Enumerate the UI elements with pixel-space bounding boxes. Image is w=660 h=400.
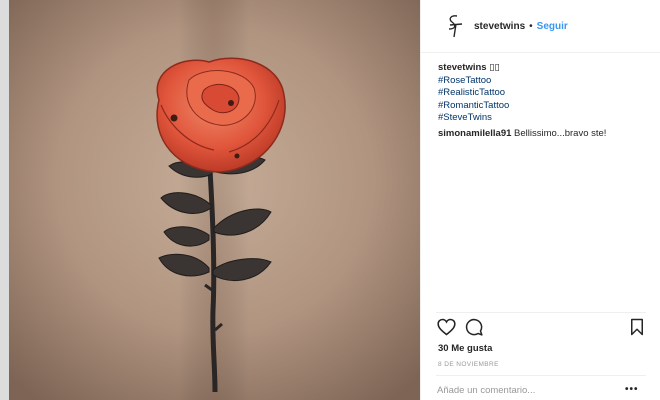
caption-username[interactable]: stevetwins	[438, 62, 487, 73]
comment-text: Bellissimo...bravo ste!	[514, 128, 607, 139]
action-bar	[437, 318, 647, 338]
logo-icon	[448, 15, 463, 38]
rose-tattoo-image	[9, 0, 420, 400]
hashtag-link[interactable]: #RoseTattoo	[438, 75, 648, 88]
hashtag-link[interactable]: #RealisticTattoo	[438, 87, 648, 100]
instagram-post-window: stevetwins • Seguir stevetwins ▯▯ #RoseT…	[0, 0, 660, 400]
post-caption: stevetwins ▯▯ #RoseTattoo #RealisticTatt…	[438, 62, 648, 125]
divider	[436, 312, 646, 313]
likes-count[interactable]: 30 Me gusta	[438, 343, 492, 354]
post-sidebar: stevetwins • Seguir stevetwins ▯▯ #RoseT…	[420, 0, 660, 400]
post-header: stevetwins • Seguir	[421, 0, 660, 53]
post-date[interactable]: 8 DE NOVIEMBRE	[438, 361, 499, 368]
hashtag-link[interactable]: #RomanticTattoo	[438, 100, 648, 113]
bookmark-icon[interactable]	[630, 318, 650, 338]
more-options-icon[interactable]: •••	[625, 384, 639, 395]
comment-input[interactable]	[437, 382, 617, 398]
hashtag-link[interactable]: #SteveTwins	[438, 112, 648, 125]
comment-username[interactable]: simonamilella91	[438, 128, 511, 139]
heart-icon[interactable]	[437, 318, 457, 338]
left-backdrop	[0, 0, 9, 400]
username-link[interactable]: stevetwins	[474, 21, 525, 32]
caption-emoji: ▯▯	[489, 62, 500, 73]
divider	[436, 375, 646, 376]
comment-icon[interactable]	[465, 318, 485, 338]
separator-dot: •	[529, 20, 533, 32]
follow-button[interactable]: Seguir	[537, 21, 568, 32]
post-image[interactable]	[9, 0, 420, 400]
avatar[interactable]	[442, 12, 466, 40]
comment-item: simonamilella91 Bellissimo...bravo ste!	[438, 128, 648, 140]
